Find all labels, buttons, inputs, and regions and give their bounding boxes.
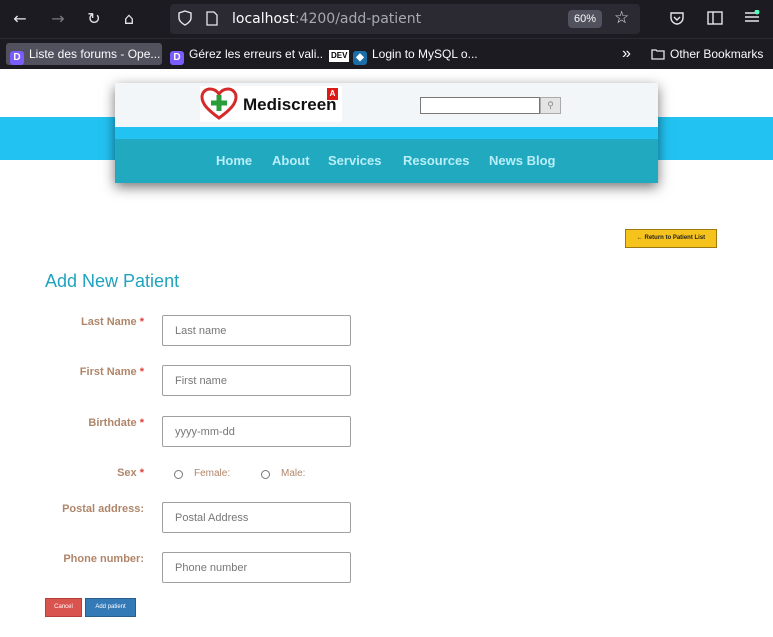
bookmark-item[interactable]: D Gérez les erreurs et vali... — [170, 43, 322, 65]
bookmark-favicon-icon: D — [10, 51, 24, 65]
other-bookmarks[interactable]: Other Bookmarks — [651, 43, 763, 65]
search-button[interactable]: ⚲ — [540, 97, 561, 114]
female-label: Female: — [194, 468, 231, 479]
female-radio[interactable] — [174, 470, 183, 479]
birthdate-label-text: Birthdate — [88, 417, 137, 429]
phone-number-label: Phone number: — [63, 553, 144, 565]
menu-icon[interactable] — [744, 9, 760, 29]
url-text[interactable]: localhost:4200/add-patient — [232, 11, 421, 27]
heart-cross-icon — [200, 87, 238, 126]
bookmarks-bar: D Liste des forums - Ope... D Gérez les er… — [0, 38, 773, 69]
bookmark-item[interactable]: D Liste des forums - Ope... — [6, 43, 162, 65]
nav-news-blog[interactable]: News Blog — [489, 153, 555, 168]
bookmark-label: Gérez les erreurs et vali... — [189, 47, 322, 61]
dev-logo-icon: DEV — [329, 50, 349, 62]
page-title: Add New Patient — [45, 271, 180, 291]
bookmark-item[interactable]: ◆ Login to MySQL o... — [353, 43, 483, 65]
phone-number-input[interactable] — [162, 552, 351, 583]
search-icon: ⚲ — [547, 100, 554, 110]
first-name-input[interactable] — [162, 365, 351, 396]
first-name-label-text: First Name — [79, 366, 137, 378]
nav-services[interactable]: Services — [328, 153, 382, 168]
browser-toolbar: ← → ↻ ⌂ localhost:4200/add-patient 60% ☆ — [0, 0, 773, 38]
header-strip — [115, 127, 658, 139]
zoom-badge[interactable]: 60% — [568, 10, 602, 28]
nav-home[interactable]: Home — [216, 153, 252, 168]
male-label: Male: — [281, 468, 306, 479]
brand-name: Mediscreen — [243, 95, 337, 114]
bookmark-label: Login to MySQL o... — [372, 47, 478, 61]
first-name-label: First Name * — [4, 366, 144, 378]
cancel-button[interactable]: Cancel — [45, 598, 82, 617]
required-marker: * — [139, 316, 144, 328]
pocket-icon[interactable] — [669, 10, 685, 31]
mysql-favicon-icon: ◆ — [353, 51, 367, 65]
male-radio[interactable] — [261, 470, 270, 479]
home-icon[interactable]: ⌂ — [117, 8, 141, 30]
last-name-input[interactable] — [162, 315, 351, 346]
forward-icon[interactable]: → — [46, 8, 70, 30]
return-to-list-button[interactable]: ← Return to Patient List — [625, 229, 717, 248]
add-patient-button[interactable]: Add patient — [85, 598, 136, 617]
folder-icon — [651, 45, 665, 65]
sex-label-text: Sex — [117, 467, 137, 479]
url-host: localhost — [232, 11, 295, 27]
reader-view-icon[interactable] — [707, 11, 723, 30]
required-marker: * — [139, 467, 144, 479]
site-header: Mediscreen A ⚲ Home About Services Resou… — [115, 83, 658, 183]
required-marker: * — [139, 417, 144, 429]
url-bar[interactable]: localhost:4200/add-patient 60% ☆ — [170, 4, 640, 34]
search-input[interactable] — [420, 97, 540, 114]
last-name-label-text: Last Name — [81, 316, 137, 328]
main-nav: Home About Services Resources News Blog — [115, 139, 658, 183]
birthdate-label: Birthdate * — [4, 417, 144, 429]
bookmark-label: Liste des forums - Ope... — [29, 47, 161, 61]
postal-address-input[interactable] — [162, 502, 351, 533]
last-name-label: Last Name * — [4, 316, 144, 328]
angular-icon: A — [327, 88, 338, 100]
star-icon[interactable]: ☆ — [614, 8, 629, 28]
nav-about[interactable]: About — [272, 153, 310, 168]
sex-label: Sex * — [4, 467, 144, 479]
bookmarks-overflow-icon[interactable]: » — [622, 43, 631, 65]
bookmark-item[interactable]: DEV — [329, 43, 349, 65]
page-icon — [206, 11, 218, 31]
nav-resources[interactable]: Resources — [403, 153, 469, 168]
logo[interactable]: Mediscreen A — [200, 86, 342, 122]
reload-icon[interactable]: ↻ — [82, 8, 106, 30]
postal-address-label: Postal address: — [62, 503, 144, 515]
required-marker: * — [139, 366, 144, 378]
other-bookmarks-label: Other Bookmarks — [670, 47, 764, 61]
bookmark-favicon-icon: D — [170, 51, 184, 65]
shield-icon[interactable] — [178, 10, 192, 31]
back-icon[interactable]: ← — [8, 8, 32, 30]
url-path: :4200/add-patient — [294, 11, 422, 27]
birthdate-input[interactable] — [162, 416, 351, 447]
logo-row: Mediscreen A ⚲ — [115, 83, 658, 127]
